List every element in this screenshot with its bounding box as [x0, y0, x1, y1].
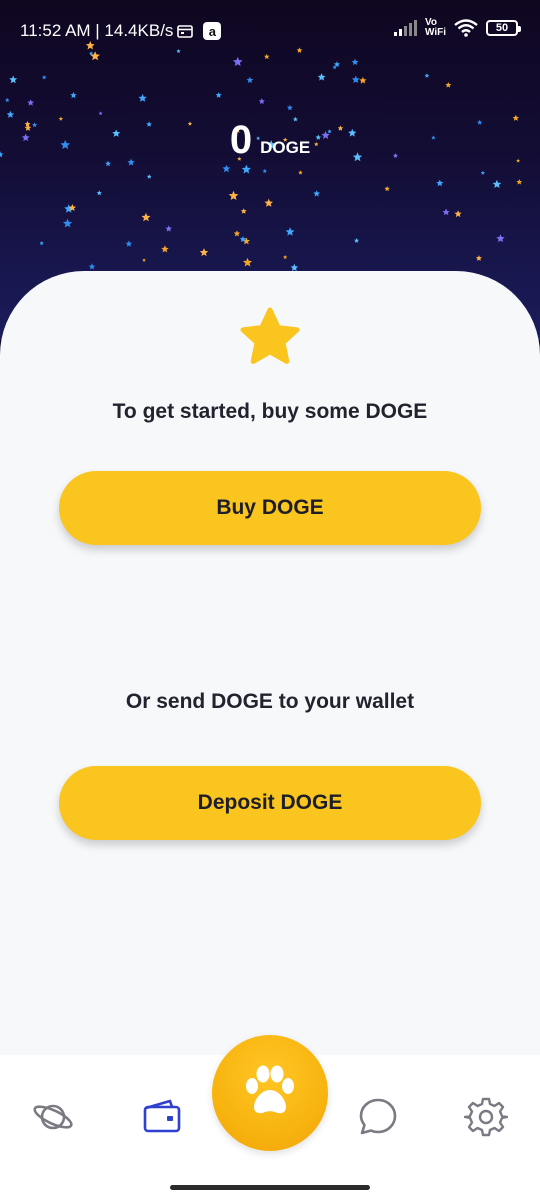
- sky-star: [354, 237, 360, 243]
- sky-star: [5, 97, 10, 103]
- sky-star: [285, 227, 295, 236]
- nav-explore[interactable]: [31, 1097, 75, 1141]
- sky-star: [436, 179, 444, 187]
- sky-star: [246, 76, 254, 84]
- sky-star: [88, 263, 96, 270]
- vowifi-indicator: Vo WiFi: [425, 18, 446, 38]
- wallet-icon: [140, 1095, 184, 1144]
- balance-amount: 0: [229, 118, 253, 162]
- send-doge-text: Or send DOGE to your wallet: [125, 690, 415, 713]
- sky-star: [228, 190, 239, 200]
- sky-star: [241, 164, 251, 174]
- sky-star: [286, 104, 293, 111]
- sky-star: [9, 75, 18, 84]
- sky-star: [142, 258, 146, 262]
- sky-star: [199, 248, 209, 257]
- balance-display: 0 DOGE: [0, 118, 540, 163]
- sky-star: [242, 257, 253, 267]
- sky-star: [146, 174, 152, 179]
- sky-star: [141, 212, 151, 222]
- wifi-icon: [454, 19, 478, 37]
- battery-level: 50: [495, 22, 509, 34]
- sky-star: [496, 234, 505, 243]
- sky-star: [516, 179, 523, 185]
- sky-star: [138, 93, 147, 102]
- battery-icon: 50: [486, 20, 521, 36]
- sky-star: [125, 240, 133, 247]
- sky-star: [424, 73, 430, 78]
- sky-star: [262, 168, 268, 174]
- chat-icon: [356, 1095, 400, 1144]
- sky-star: [41, 74, 47, 80]
- signal-icon: [393, 20, 417, 36]
- sky-star: [313, 190, 321, 197]
- star-icon: [238, 305, 302, 369]
- status-left: 11:52 AM | 14.4KB/s a: [20, 21, 222, 41]
- sky-star: [39, 241, 44, 246]
- home-indicator: [170, 1185, 370, 1190]
- nav-chat[interactable]: [356, 1097, 400, 1141]
- sky-star: [351, 75, 360, 83]
- calendar-icon: [177, 24, 194, 38]
- balance-unit: DOGE: [260, 138, 311, 157]
- doge-home-button[interactable]: [212, 1035, 328, 1151]
- sky-star: [475, 255, 482, 261]
- sky-star: [317, 73, 326, 81]
- vowifi-bottom: WiFi: [424, 27, 446, 38]
- sky-star: [70, 91, 77, 99]
- status-bar: 11:52 AM | 14.4KB/s a Vo WiFi 50: [0, 0, 540, 62]
- sky-star: [233, 230, 241, 237]
- sky-star: [264, 198, 273, 207]
- nav-wallet[interactable]: [140, 1097, 184, 1141]
- sky-star: [445, 82, 452, 88]
- sky-star: [6, 110, 15, 118]
- gear-icon: [463, 1095, 509, 1144]
- sky-star: [384, 186, 390, 192]
- planet-icon: [31, 1095, 75, 1144]
- sky-star: [442, 208, 450, 216]
- status-time-speed: 11:52 AM | 14.4KB/s: [20, 21, 174, 40]
- sky-star: [492, 179, 502, 188]
- sky-star: [258, 98, 265, 105]
- sky-star: [240, 208, 247, 214]
- sky-star: [165, 225, 172, 232]
- paw-icon: [239, 1060, 301, 1127]
- get-started-text: To get started, buy some DOGE: [112, 400, 428, 423]
- sky-star: [27, 99, 35, 106]
- sky-star: [98, 111, 103, 116]
- status-right: Vo WiFi 50: [393, 18, 521, 38]
- main-card: [0, 271, 540, 1071]
- sky-star: [298, 170, 303, 175]
- nav-settings[interactable]: [463, 1095, 509, 1144]
- sky-star: [96, 190, 102, 196]
- sky-star: [480, 170, 485, 175]
- sky-star: [161, 245, 169, 253]
- sky-star: [454, 210, 462, 218]
- sky-star: [215, 92, 222, 98]
- sky-star: [283, 254, 288, 259]
- sky-star: [222, 164, 231, 173]
- app-notification-icon: a: [203, 22, 222, 40]
- sky-star: [290, 263, 299, 271]
- sky-star: [62, 218, 73, 228]
- deposit-doge-button[interactable]: Deposit DOGE: [59, 766, 481, 840]
- sky-star: [359, 76, 367, 84]
- buy-doge-button[interactable]: Buy DOGE: [59, 471, 481, 545]
